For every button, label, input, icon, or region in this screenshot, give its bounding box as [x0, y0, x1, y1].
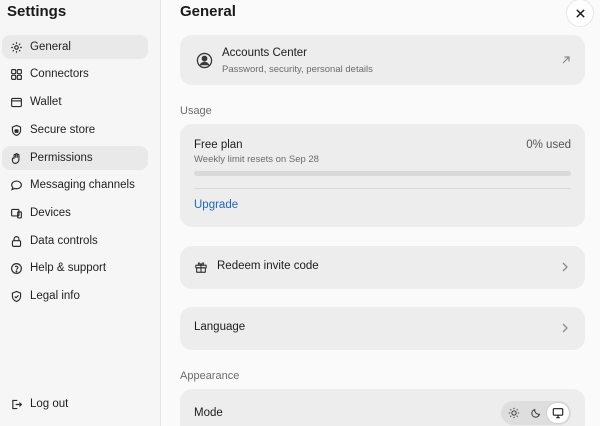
mode-system-option[interactable]: [547, 403, 569, 423]
chat-bubble-icon: [2, 179, 30, 192]
sidebar-item-permissions[interactable]: Permissions: [2, 146, 148, 170]
sidebar-item-secure-store[interactable]: Secure store: [2, 118, 148, 142]
usage-progress-bar: [194, 171, 571, 176]
mode-toggle: [501, 401, 571, 425]
devices-icon: [2, 207, 30, 220]
moon-icon: [531, 408, 541, 418]
sidebar-title: Settings: [7, 3, 67, 20]
usage-card: Free plan 0% used Weekly limit resets on…: [180, 124, 585, 227]
logout-label: Log out: [30, 398, 69, 410]
sidebar-item-help-support[interactable]: Help & support: [2, 256, 148, 280]
mode-dark-option[interactable]: [525, 403, 547, 423]
sidebar-item-label: Secure store: [30, 124, 96, 136]
accounts-center-subtitle: Password, security, personal details: [222, 64, 373, 75]
sun-icon: [508, 407, 520, 419]
page-title: General: [180, 3, 236, 20]
external-arrow-icon: [562, 56, 570, 64]
sidebar-item-label: Data controls: [30, 235, 98, 247]
accounts-center-card[interactable]: Accounts Center Password, security, pers…: [180, 35, 585, 85]
sidebar-item-wallet[interactable]: Wallet: [2, 90, 148, 114]
sidebar-item-label: General: [30, 41, 71, 53]
usage-section-label: Usage: [180, 105, 212, 117]
shield-lock-icon: [2, 124, 30, 137]
redeem-invite-label: Redeem invite code: [217, 260, 319, 272]
sidebar-item-label: Permissions: [30, 152, 93, 164]
sidebar-item-label: Connectors: [30, 68, 89, 80]
sidebar-item-legal-info[interactable]: Legal info: [2, 284, 148, 308]
help-circle-icon: [2, 262, 30, 275]
language-label: Language: [194, 321, 246, 333]
lock-icon: [2, 235, 30, 248]
sidebar-item-data-controls[interactable]: Data controls: [2, 229, 148, 253]
close-button[interactable]: [567, 0, 593, 26]
sidebar-item-label: Help & support: [30, 262, 107, 274]
sidebar-item-connectors[interactable]: Connectors: [2, 62, 148, 86]
sidebar-item-label: Wallet: [30, 96, 62, 108]
mode-light-option[interactable]: [503, 403, 525, 423]
gear-icon: [2, 41, 30, 54]
plan-reset-text: Weekly limit resets on Sep 28: [194, 154, 319, 165]
appearance-section-label: Appearance: [180, 370, 240, 382]
divider: [194, 188, 571, 189]
sidebar-item-label: Messaging channels: [30, 179, 135, 191]
logout-button[interactable]: Log out: [2, 392, 148, 416]
sidebar: Settings General Connectors Wallet Secur…: [0, 0, 161, 426]
chevron-right-icon: [562, 262, 568, 272]
sidebar-item-messaging-channels[interactable]: Messaging channels: [2, 173, 148, 197]
main-panel: General Accounts Center Password, securi…: [161, 0, 600, 426]
chevron-right-icon: [562, 323, 568, 333]
redeem-invite-row[interactable]: Redeem invite code: [180, 246, 585, 289]
upgrade-link[interactable]: Upgrade: [194, 199, 238, 211]
mode-row: Mode: [180, 389, 585, 426]
close-icon: [575, 8, 585, 18]
accounts-center-title: Accounts Center: [222, 47, 308, 59]
user-circle-icon: [196, 52, 213, 69]
hand-icon: [2, 152, 30, 165]
sidebar-item-label: Legal info: [30, 290, 80, 302]
sidebar-item-devices[interactable]: Devices: [2, 201, 148, 225]
mode-label: Mode: [194, 407, 223, 419]
logout-icon: [2, 398, 30, 411]
plan-name: Free plan: [194, 139, 243, 151]
shield-check-icon: [2, 290, 30, 303]
monitor-icon: [552, 408, 564, 419]
language-row[interactable]: Language: [180, 307, 585, 350]
wallet-icon: [2, 96, 30, 109]
plan-used: 0% used: [526, 139, 571, 151]
grid-icon: [2, 68, 30, 81]
sidebar-item-label: Devices: [30, 207, 71, 219]
gift-icon: [195, 262, 207, 273]
sidebar-item-general[interactable]: General: [2, 35, 148, 59]
